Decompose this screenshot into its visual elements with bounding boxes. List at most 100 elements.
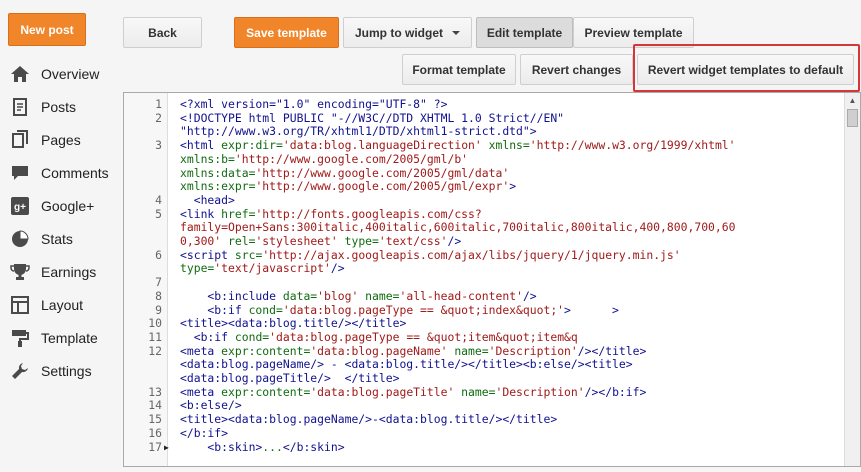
code-editor[interactable]: 1 <?xml version="1.0" encoding="UTF-8" ?>…	[123, 92, 861, 467]
code-token: type=	[337, 234, 379, 249]
line-number	[124, 358, 162, 372]
code-text: <title><data:blog.pageName/>-<data:blog.…	[180, 412, 557, 427]
code-token: name=	[358, 288, 400, 303]
tab-edit-template[interactable]: Edit template	[476, 17, 573, 48]
code-text: family=Open+Sans:300italic,400italic,600…	[180, 220, 736, 235]
code-token: xmlns:data=	[180, 165, 256, 180]
code-text: <b:include data='blog' name='all-head-co…	[180, 288, 537, 304]
sidebar-item-settings[interactable]: Settings	[8, 354, 118, 387]
scrollbar-thumb[interactable]	[847, 109, 858, 127]
scroll-up-icon[interactable]: ▲	[845, 93, 860, 107]
code-text: <!DOCTYPE html PUBLIC "-//W3C//DTD XHTML…	[180, 110, 565, 126]
line-number: 4	[155, 192, 162, 207]
code-line: xmlns:data='http://www.google.com/2005/g…	[124, 165, 841, 181]
code-line: 5 <link href='http://fonts.googleapis.com…	[124, 207, 841, 222]
sidebar-item-posts[interactable]: Posts	[8, 90, 118, 123]
home-icon	[8, 63, 32, 85]
code-token: 'text/javascript'	[214, 261, 331, 276]
code-line: 9 <b:if cond='data:blog.pageType == &quo…	[124, 302, 841, 318]
fold-arrow-icon[interactable]: ▶	[162, 441, 180, 455]
google-plus-icon: g+	[8, 195, 32, 217]
code-token: 'data:blog.pageType == &quot;index&quot;…	[282, 302, 565, 317]
format-template-button[interactable]: Format template	[402, 54, 516, 85]
code-text: <link href='http://fonts.googleapis.com/…	[180, 207, 482, 222]
code-token: data=	[282, 288, 318, 303]
code-token: rel=	[221, 234, 256, 249]
code-token: <head>	[180, 192, 235, 207]
code-token: <meta	[180, 343, 222, 358]
code-token: 'http://www.w3.org/1999/xhtml'	[529, 138, 736, 153]
jump-to-widget-dropdown[interactable]: Jump to widget	[343, 17, 472, 48]
sidebar-item-stats[interactable]: Stats	[8, 222, 118, 255]
code-token: /></b:if>	[584, 384, 647, 399]
code-token: "http://www.w3.org/TR/xhtml1/DTD/xhtml1-…	[180, 124, 537, 139]
save-template-button[interactable]: Save template	[234, 17, 339, 48]
code-token: name=	[447, 343, 489, 358]
sidebar-item-earnings[interactable]: Earnings	[8, 255, 118, 288]
sidebar-item-comments[interactable]: Comments	[8, 156, 118, 189]
code-token: <data:blog.pageName/> - <data:blog.title…	[180, 357, 633, 372]
sidebar-item-pages[interactable]: Pages	[8, 123, 118, 156]
code-line: <data:blog.pageName/> - <data:blog.title…	[124, 358, 841, 372]
sidebar-item-google-plus[interactable]: g+ Google+	[8, 189, 118, 222]
code-token: 'Description'	[495, 384, 585, 399]
sidebar-item-overview[interactable]: Overview	[8, 57, 118, 90]
code-token: <b:if	[180, 302, 249, 317]
code-token: <!DOCTYPE html PUBLIC "-//W3C//DTD XHTML…	[180, 110, 565, 125]
line-number: 10	[148, 316, 162, 331]
code-token: <b:skin>	[180, 439, 263, 454]
code-token: 'text/css'	[378, 234, 448, 249]
new-post-button[interactable]: New post	[8, 13, 86, 46]
line-number: 13	[148, 384, 162, 399]
code-text: <meta expr:content='data:blog.pageTitle'…	[180, 384, 647, 400]
code-line: 3 <html expr:dir='data:blog.languageDirec…	[124, 138, 841, 153]
layout-icon	[8, 294, 32, 316]
code-token: <b:else/>	[180, 398, 242, 413]
sidebar-item-label: Stats	[41, 230, 73, 247]
code-token: src=	[234, 247, 263, 262]
code-text: <meta expr:content='data:blog.pageName' …	[180, 343, 647, 359]
code-token: name=	[454, 384, 496, 399]
code-token: 'http://www.google.com/2005/gml/b'	[234, 151, 469, 166]
code-token: />	[522, 288, 537, 303]
code-token: 'http://www.google.com/2005/gml/data'	[255, 165, 510, 180]
code-line: 14 <b:else/>	[124, 399, 841, 413]
posts-icon	[8, 96, 32, 118]
line-number: 17	[148, 439, 162, 454]
code-lines[interactable]: 1 <?xml version="1.0" encoding="UTF-8" ?>…	[124, 97, 841, 455]
code-token: /></title>	[577, 343, 647, 358]
sidebar-item-layout[interactable]: Layout	[8, 288, 118, 321]
code-text: <script src='http://ajax.googleapis.com/…	[180, 247, 681, 263]
code-text: <b:else/>	[180, 399, 242, 413]
back-button[interactable]: Back	[123, 17, 202, 48]
revert-changes-button[interactable]: Revert changes	[520, 54, 633, 85]
code-token: expr:dir=	[221, 138, 283, 153]
line-number	[124, 180, 162, 194]
sidebar-item-template[interactable]: Template	[8, 321, 118, 354]
code-text: <data:blog.pageName/> - <data:blog.title…	[180, 358, 633, 372]
code-line: 13 <meta expr:content='data:blog.pageTitl…	[124, 384, 841, 400]
code-text: <b:if cond='data:blog.pageType == &quot;…	[180, 302, 619, 318]
code-text: 0,300' rel='stylesheet' type='text/css'/…	[180, 234, 461, 249]
vertical-scrollbar[interactable]: ▲	[844, 93, 860, 466]
code-line: 1 <?xml version="1.0" encoding="UTF-8" ?>	[124, 97, 841, 112]
earnings-icon	[8, 261, 32, 283]
code-token: > >	[564, 302, 619, 317]
code-token: family=Open+Sans:300italic,400italic,600…	[180, 220, 736, 235]
code-token: >	[509, 179, 517, 194]
code-line: family=Open+Sans:300italic,400italic,600…	[124, 220, 841, 235]
